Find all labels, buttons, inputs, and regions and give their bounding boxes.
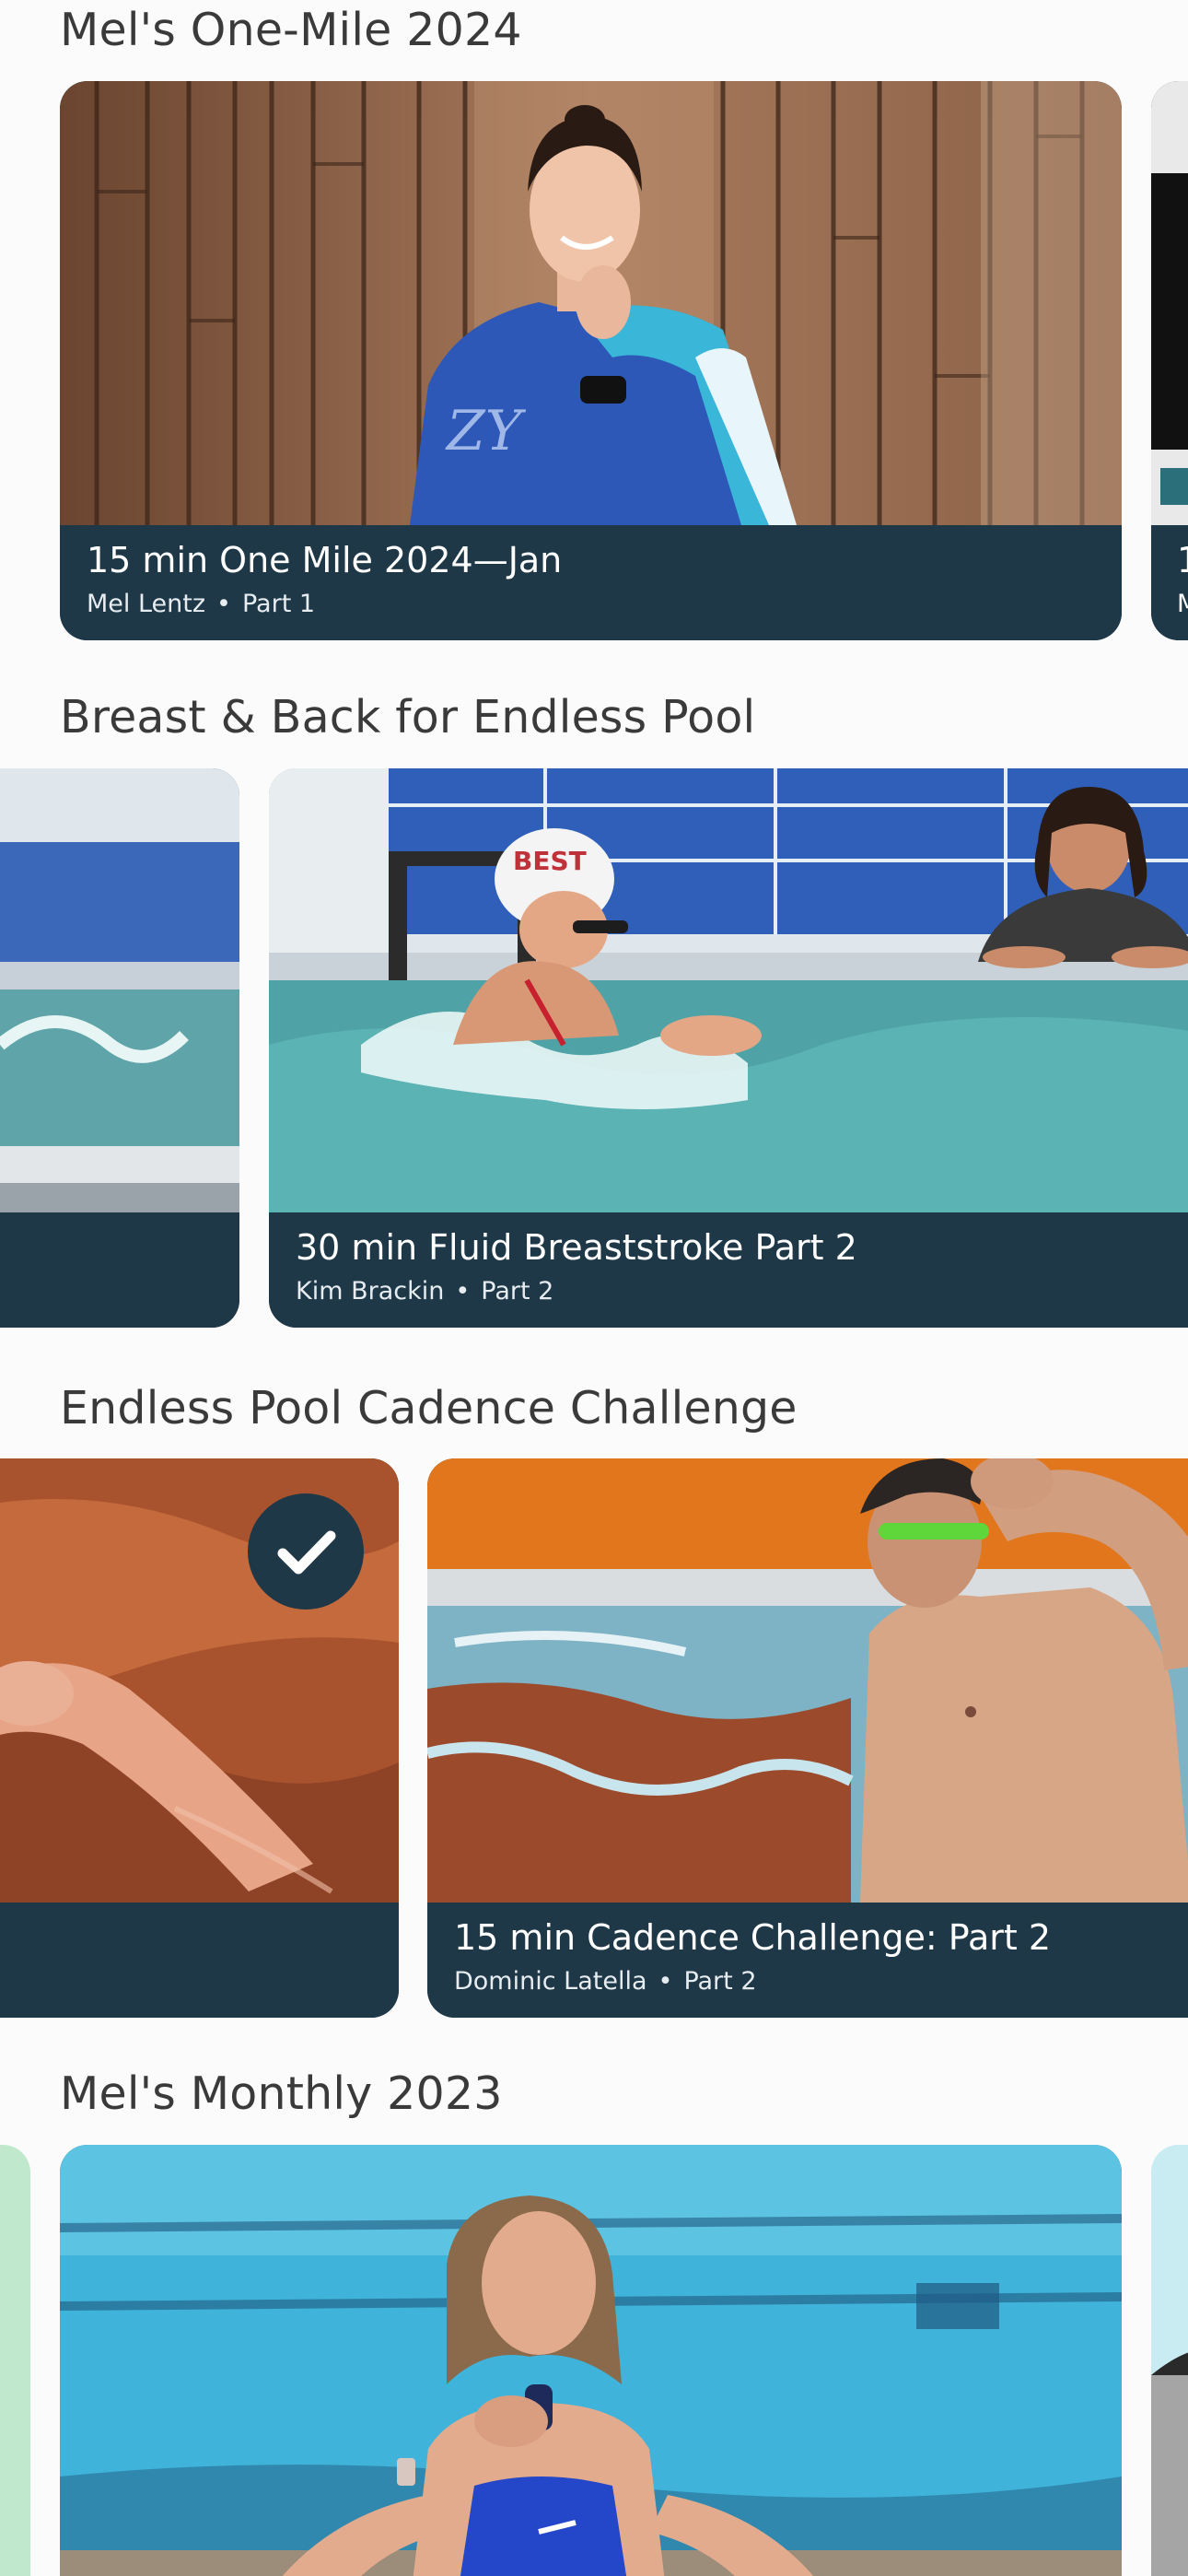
workout-meta: Mel Lentz • Part 1 <box>87 590 315 618</box>
completed-badge <box>248 1493 364 1610</box>
workout-card-peek-next[interactable] <box>1151 2145 1188 2576</box>
workout-meta: Kim Brackin • Part 2 <box>296 1277 553 1306</box>
section-title-cadence-challenge: Endless Pool Cadence Challenge <box>60 1382 798 1434</box>
card-footer: 15 min Cadence Challenge: Part 2 Dominic… <box>427 1903 1188 2018</box>
coach-name: Mel Lentz <box>87 590 206 618</box>
workout-card-completed-previous[interactable] <box>0 1458 399 2018</box>
svg-text:ZY: ZY <box>445 399 527 463</box>
card-footer: 1 M <box>1151 525 1188 640</box>
swimmer-goggles-photo <box>427 1458 1188 1903</box>
section-title-mels-one-mile-2024: Mel's One-Mile 2024 <box>60 4 522 56</box>
peek-photo <box>1151 81 1188 525</box>
workout-card-cadence-challenge-part-2[interactable]: 15 min Cadence Challenge: Part 2 Dominic… <box>427 1458 1188 2018</box>
coach-name: Kim Brackin <box>296 1277 445 1306</box>
workout-title: 30 min Fluid Breaststroke Part 2 <box>296 1227 857 1268</box>
workout-card-peek-previous[interactable] <box>0 768 239 1328</box>
coach-with-towel-photo: ZY <box>60 81 1122 525</box>
card-footer: 15 min One Mile 2024—Jan Mel Lentz • Part … <box>60 525 1122 640</box>
separator-dot: • <box>455 1277 471 1306</box>
part-label: Part 2 <box>481 1277 554 1306</box>
workout-card-mels-monthly[interactable] <box>60 2145 1122 2576</box>
swimmer-breaststroke-photo: BEST <box>269 768 1188 1212</box>
separator-dot: • <box>658 1967 673 1996</box>
workout-card-one-mile-jan[interactable]: ZY 15 min One Mile 2024—Jan Mel Lentz • Pa… <box>60 81 1122 640</box>
card-footer <box>0 1212 239 1328</box>
section-title-mels-monthly-2023: Mel's Monthly 2023 <box>60 2067 503 2120</box>
separator-dot: • <box>216 590 231 618</box>
peek-title-initial: 1 <box>1177 540 1188 580</box>
coach-at-pool-photo <box>60 2145 1122 2576</box>
coach-name: Dominic Latella <box>454 1967 647 1996</box>
workout-card-peek-previous[interactable] <box>0 2145 30 2576</box>
workout-library-screen: Mel's One-Mile 2024 ZY 15 min One Mile 2… <box>0 0 1188 2576</box>
peek-meta-initial: M <box>1177 590 1188 618</box>
card-footer: 30 min Fluid Breaststroke Part 2 Kim Bra… <box>269 1212 1188 1328</box>
workout-title: 15 min One Mile 2024—Jan <box>87 540 563 580</box>
workout-card-fluid-breaststroke[interactable]: BEST 30 min Fluid Breaststroke Part 2 Ki… <box>269 768 1188 1328</box>
section-title-breast-back: Breast & Back for Endless Pool <box>60 691 756 744</box>
pool-peek-photo <box>0 768 239 1212</box>
workout-meta: Dominic Latella • Part 2 <box>454 1967 757 1996</box>
part-label: Part 2 <box>683 1967 757 1996</box>
checkmark-icon <box>277 1530 336 1575</box>
part-label: Part 1 <box>241 590 316 618</box>
workout-card-peek-next[interactable]: 1 M <box>1151 81 1188 640</box>
workout-title: 15 min Cadence Challenge: Part 2 <box>454 1917 1052 1958</box>
card-footer <box>0 1903 399 2018</box>
svg-text:BEST: BEST <box>513 846 587 876</box>
